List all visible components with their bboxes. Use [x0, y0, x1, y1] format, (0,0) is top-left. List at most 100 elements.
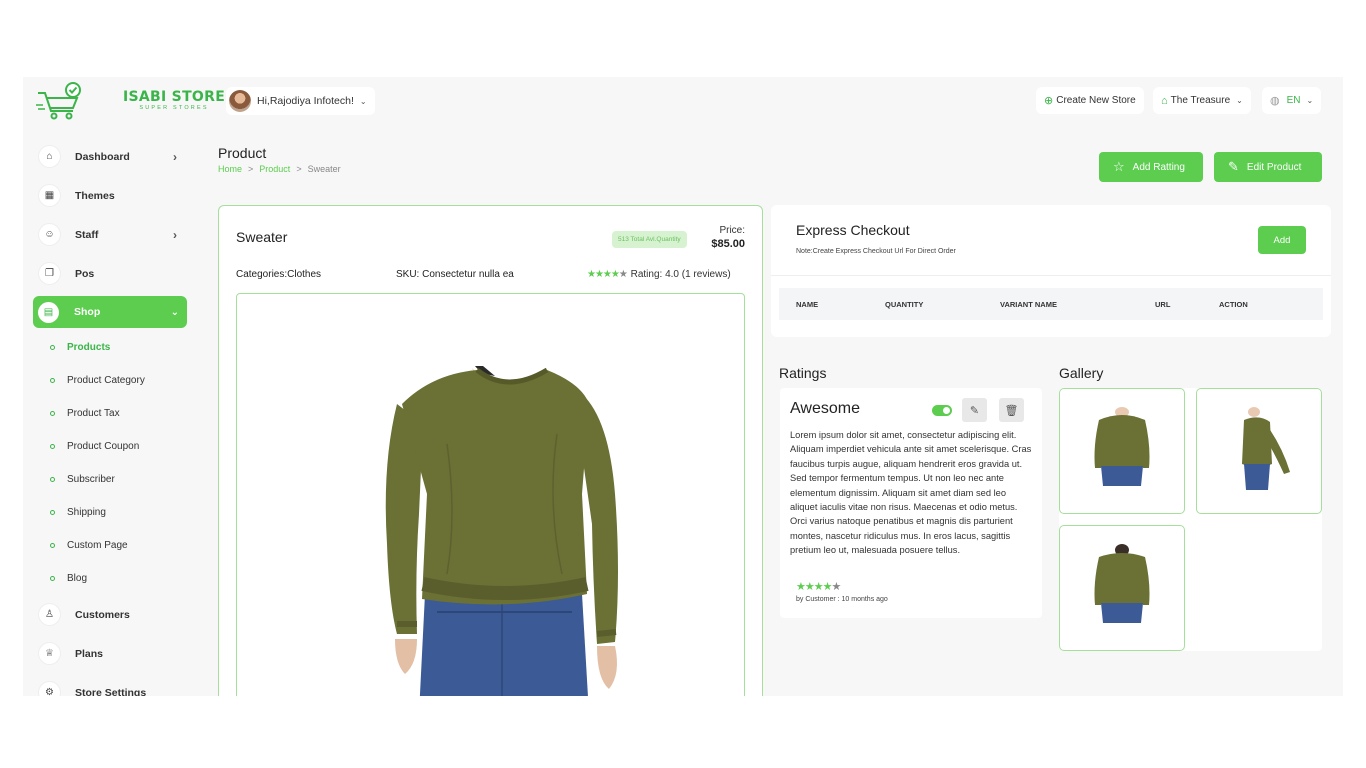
shop-icon: ▤ [38, 301, 59, 323]
sweater-photo [385, 366, 618, 696]
bullet-icon [50, 510, 55, 515]
sidebar-item-store-settings[interactable]: ⚙ Store Settings [23, 673, 203, 696]
sidebar-item-label: Dashboard [75, 150, 130, 163]
sidebar-sub-shipping[interactable]: Shipping [23, 496, 203, 529]
globe-icon: ◍ [1270, 95, 1280, 107]
chevron-down-icon: ⌄ [1306, 96, 1314, 105]
sub-label: Product Coupon [67, 441, 140, 452]
rating-text: Rating: 4.0 (1 reviews) [630, 269, 731, 280]
gallery-image[interactable] [1196, 388, 1322, 514]
sidebar-sub-blog[interactable]: Blog [23, 562, 203, 595]
trash-icon: 🗑 [1004, 404, 1019, 417]
product-categories: Categories:Clothes [236, 269, 322, 280]
edit-icon: ✎ [1228, 159, 1239, 174]
chevron-down-icon: ⌄ [1236, 96, 1243, 105]
sidebar-item-label: Staff [75, 228, 99, 241]
create-store-button[interactable]: ⊕ Create New Store [1036, 87, 1144, 114]
breadcrumb-current: Sweater [307, 164, 341, 174]
gallery-thumb-back [1094, 544, 1150, 623]
sidebar-sub-product-category[interactable]: Product Category [23, 364, 203, 397]
gallery-thumb-front [1094, 407, 1150, 486]
rating-star-empty: ★ [618, 269, 628, 280]
chevron-right-icon: › [173, 227, 177, 242]
gallery-panel [1059, 388, 1322, 651]
home-icon: ⌂ [39, 146, 60, 167]
sidebar-item-pos[interactable]: ❐ Pos [23, 254, 203, 293]
express-checkout-title: Express Checkout [796, 222, 910, 238]
column-header-action: ACTION [1219, 300, 1248, 309]
edit-product-button[interactable]: ✎ Edit Product [1214, 152, 1322, 182]
grid-icon: ▦ [39, 185, 60, 206]
sidebar-item-label: Plans [75, 647, 104, 660]
rating-enabled-toggle[interactable] [932, 405, 952, 416]
sidebar-sub-product-coupon[interactable]: Product Coupon [23, 430, 203, 463]
sidebar-item-label: Store Settings [75, 686, 147, 697]
sub-label: Product Category [67, 375, 145, 386]
sub-label: Subscriber [67, 474, 115, 485]
rating-card-title: Awesome [790, 400, 860, 417]
trophy-icon: ♕ [39, 643, 60, 664]
edit-product-label: Edit Product [1246, 161, 1302, 173]
ratings-title: Ratings [779, 365, 827, 381]
gear-icon: ⚙ [39, 682, 60, 696]
sidebar-item-themes[interactable]: ▦ Themes [23, 176, 203, 215]
breadcrumb-separator: > [248, 164, 254, 174]
rating-card: Awesome ✎ 🗑 Lorem ipsum dolor sit amet, … [780, 388, 1042, 618]
column-header-url: URL [1155, 300, 1171, 309]
avatar [229, 90, 251, 112]
express-add-button[interactable]: Add [1258, 226, 1306, 254]
rating-star-empty: ★ [831, 581, 842, 593]
edit-rating-button[interactable]: ✎ [962, 398, 987, 422]
language-selector[interactable]: ◍ EN ⌄ [1262, 87, 1322, 114]
column-header-quantity: QUANTITY [885, 300, 924, 309]
express-table-header: NAME QUANTITY VARIANT NAME URL ACTION [779, 288, 1323, 320]
sidebar-item-label: Pos [75, 267, 95, 280]
sidebar-item-plans[interactable]: ♕ Plans [23, 634, 203, 673]
brand-subtitle: SUPER STORES [139, 105, 209, 112]
sidebar-sub-custom-page[interactable]: Custom Page [23, 529, 203, 562]
product-image [236, 293, 745, 696]
chevron-down-icon: ⌄ [359, 96, 367, 106]
add-rating-label: Add Ratting [1132, 161, 1185, 173]
rating-body: Lorem ipsum dolor sit amet, consectetur … [790, 430, 1032, 556]
gallery-image[interactable] [1059, 388, 1185, 514]
plus-circle-icon: ⊕ [1044, 95, 1054, 107]
bullet-icon [50, 345, 55, 350]
sidebar-sub-product-tax[interactable]: Product Tax [23, 397, 203, 430]
rating-card-stars: ★★★★★ [796, 580, 841, 593]
breadcrumb-product[interactable]: Product [259, 164, 290, 174]
rating-author: by Customer : 10 months ago [796, 596, 888, 603]
store-selector[interactable]: ⌂ The Treasure ⌄ [1153, 87, 1251, 114]
sidebar-item-label: Themes [75, 189, 115, 202]
delete-rating-button[interactable]: 🗑 [999, 398, 1024, 422]
gallery-image[interactable] [1059, 525, 1185, 651]
language-label: EN [1286, 95, 1301, 106]
user-menu[interactable]: Hi,Rajodiya Infotech! ⌄ [226, 87, 375, 115]
quantity-badge: 513 Total Avl.Quantity [612, 231, 687, 248]
page-title: Product [218, 145, 267, 161]
user-icon: ♙ [39, 604, 60, 625]
sidebar-item-dashboard[interactable]: ⌂ Dashboard › [23, 137, 203, 176]
sidebar-item-shop[interactable]: ▤ Shop ⌄ [33, 296, 187, 328]
chevron-right-icon: › [173, 149, 177, 164]
top-header: ISABI STORE SUPER STORES Hi,Rajodiya Inf… [23, 77, 1343, 127]
star-icon: ☆ [1113, 159, 1125, 174]
product-sku: SKU: Consectetur nulla ea [396, 269, 514, 280]
users-icon: ☺ [39, 224, 60, 245]
brand-logo[interactable]: ISABI STORE SUPER STORES [35, 81, 225, 121]
create-store-label: Create New Store [1056, 95, 1136, 106]
price-label: Price: [719, 225, 745, 236]
column-header-variant-name: VARIANT NAME [1000, 300, 1057, 309]
sidebar-sub-products[interactable]: Products [23, 331, 203, 364]
sidebar-item-customers[interactable]: ♙ Customers [23, 595, 203, 634]
sidebar-item-staff[interactable]: ☺ Staff › [23, 215, 203, 254]
breadcrumb-home[interactable]: Home [218, 164, 242, 174]
bullet-icon [50, 378, 55, 383]
bullet-icon [50, 411, 55, 416]
sidebar-sub-subscriber[interactable]: Subscriber [23, 463, 203, 496]
cart-logo-icon [36, 82, 81, 120]
store-name: The Treasure [1170, 95, 1231, 106]
add-rating-button[interactable]: ☆ Add Ratting [1099, 152, 1203, 182]
brand-title: ISABI STORE [123, 89, 226, 106]
sidebar-item-label: Shop [74, 306, 101, 318]
